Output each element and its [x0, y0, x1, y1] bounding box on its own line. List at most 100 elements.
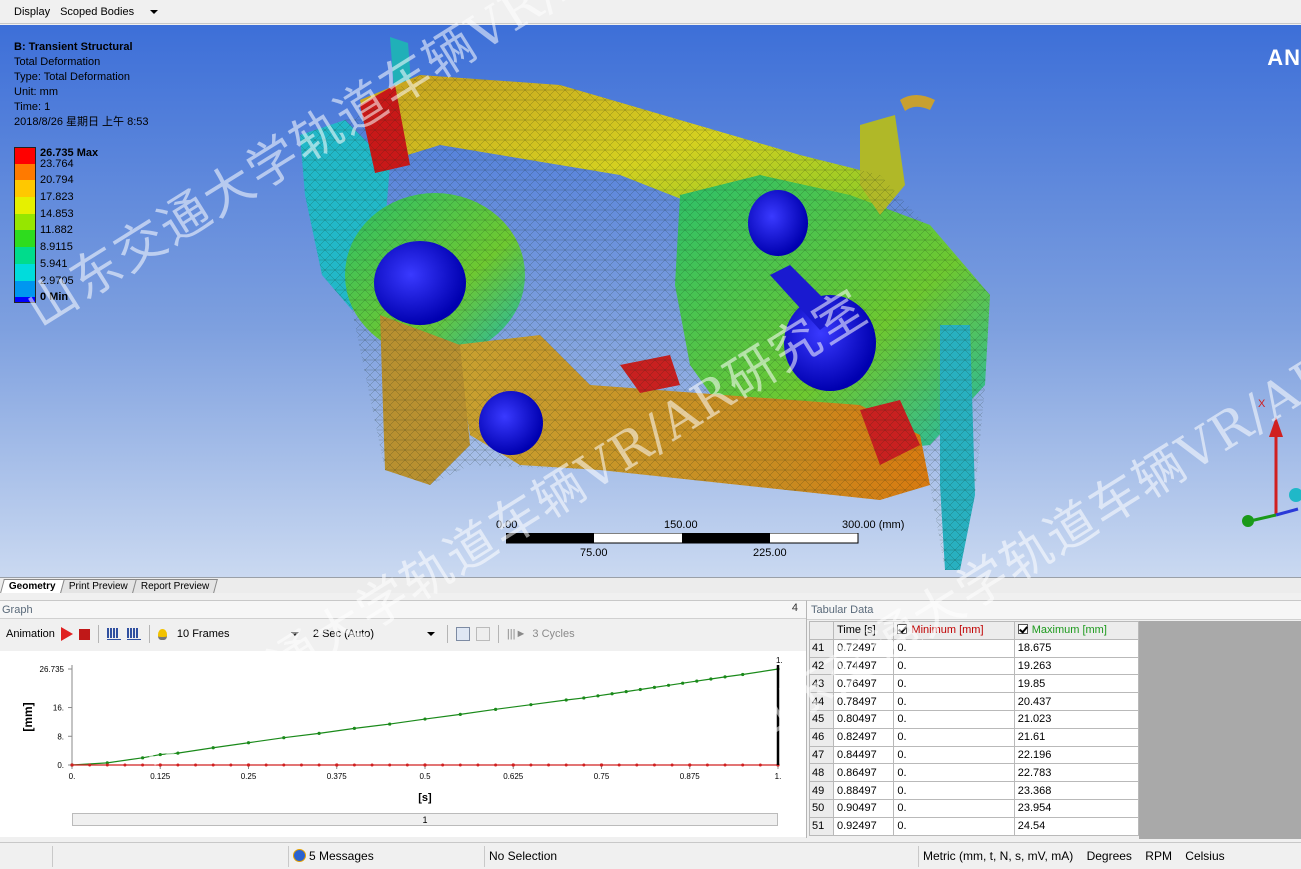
max-cell: 21.023	[1013, 709, 1140, 729]
legend-entry: 17.823	[14, 191, 74, 214]
messages-indicator[interactable]: 5 Messages	[288, 846, 484, 867]
series-point	[635, 763, 639, 767]
series-point	[194, 763, 198, 767]
checkbox-checked-icon[interactable]	[1017, 624, 1028, 635]
x-tick-label: 0.5	[419, 772, 431, 781]
tab-geometry[interactable]: Geometry	[0, 579, 65, 593]
status-cell	[52, 846, 288, 867]
series-point	[423, 717, 427, 721]
export-video-icon[interactable]	[455, 627, 470, 641]
temperature-units-label: Celsius	[1185, 849, 1225, 863]
time-column-header[interactable]: Time [s]	[832, 621, 895, 640]
row-number-cell: 49	[809, 781, 834, 800]
series-point	[211, 746, 215, 750]
maximum-column-header[interactable]: Maximum [mm]	[1013, 621, 1140, 640]
axis-triad[interactable]: X	[1236, 395, 1301, 538]
time-cell: 0.80497	[832, 709, 895, 729]
tab-label: Report Preview	[140, 581, 209, 592]
table-row[interactable]: 48 0.86497 0. 22.783	[809, 763, 1140, 783]
legend-swatch	[14, 297, 36, 304]
checkbox-checked-icon[interactable]	[897, 624, 908, 635]
distributed-frames-icon[interactable]	[106, 628, 121, 640]
table-row[interactable]: 44 0.78497 0. 20.437	[809, 692, 1140, 711]
row-number-cell: 46	[809, 727, 834, 747]
legend-swatch	[14, 247, 36, 264]
max-cell: 20.437	[1013, 692, 1140, 711]
tabular-title: Tabular Data	[807, 601, 1301, 620]
series-point	[246, 741, 251, 745]
max-cell: 24.54	[1013, 816, 1140, 836]
series-point	[666, 683, 671, 687]
result-sets-icon[interactable]	[126, 628, 141, 640]
table-row[interactable]: 41 0.72497 0. 18.675	[809, 638, 1140, 658]
units-status[interactable]: Metric (mm, t, N, s, mV, mA) Degrees RPM…	[918, 846, 1301, 867]
min-cell: 0.	[893, 798, 1015, 818]
view-tab-strip: Geometry Print Preview Report Preview	[0, 577, 1301, 593]
tabular-grid[interactable]: Time [s] Minimum [mm] Maximum [mm] 41 0.7…	[809, 621, 1140, 836]
min-cell: 0.	[893, 745, 1015, 765]
series-point	[741, 672, 745, 677]
legend-entry: 26.735 Max	[14, 147, 98, 164]
pin-icon[interactable]: 4	[792, 602, 798, 614]
legend-label: 11.882	[40, 224, 73, 237]
legend-label: 14.853	[40, 207, 74, 220]
stop-icon[interactable]	[78, 628, 90, 640]
min-cell: 0.	[893, 674, 1015, 694]
time-cell: 0.82497	[832, 727, 895, 747]
zoom-icon[interactable]	[475, 627, 490, 641]
legend-entry: 0 Min	[14, 291, 68, 314]
toolbar-divider	[446, 625, 448, 643]
series-point	[158, 752, 162, 757]
minimum-column-header[interactable]: Minimum [mm]	[893, 621, 1015, 640]
table-row[interactable]: 49 0.88497 0. 23.368	[809, 781, 1140, 800]
tab-print-preview[interactable]: Print Preview	[59, 579, 137, 593]
display-label: Display	[14, 5, 51, 18]
frames-dropdown[interactable]: 10 Frames	[173, 627, 303, 641]
series-point	[423, 763, 427, 767]
series-point	[299, 763, 303, 767]
chevron-down-icon	[150, 9, 159, 14]
series-point	[511, 763, 515, 767]
series-point	[70, 763, 74, 767]
table-row[interactable]: 47 0.84497 0. 22.196	[809, 745, 1140, 765]
scale-label: 0.00	[496, 519, 518, 531]
min-cell: 0.	[893, 781, 1015, 800]
series-point	[476, 763, 480, 767]
time-slider[interactable]: 1	[72, 813, 778, 826]
table-row[interactable]: 50 0.90497 0. 23.954	[809, 798, 1140, 818]
duration-dropdown[interactable]: 2 Sec (Auto)	[309, 627, 439, 641]
series-point	[123, 763, 127, 767]
graph-plot-area[interactable]: 0. 8. 16. 26.735 0. 0.125 0.25 0.375 0.5 0.625 0.7…	[0, 651, 806, 837]
table-row[interactable]: 51 0.92497 0. 24.54	[809, 816, 1140, 836]
table-row[interactable]: 45 0.80497 0. 21.023	[809, 709, 1140, 729]
time-cell: 0.74497	[832, 656, 895, 676]
table-row[interactable]: 42 0.74497 0. 19.263	[809, 656, 1140, 676]
play-icon[interactable]	[60, 627, 73, 641]
scale-label: 75.00	[580, 547, 608, 559]
table-row[interactable]: 46 0.82497 0. 21.61	[809, 727, 1140, 747]
lightbulb-icon[interactable]	[157, 628, 167, 640]
scale-label: 300.00 (mm)	[842, 519, 905, 531]
color-legend[interactable]: 26.735 Max 23.764 20.794 17.823 14.853 11.882…	[14, 147, 98, 314]
cycles-icon[interactable]: |||►	[507, 628, 526, 640]
series-point	[335, 763, 339, 767]
max-cell: 19.85	[1013, 674, 1140, 694]
series-point	[670, 763, 674, 767]
max-cell: 23.368	[1013, 781, 1140, 800]
table-header-row: Time [s] Minimum [mm] Maximum [mm]	[809, 621, 1140, 640]
result-title: B: Transient Structural	[14, 41, 133, 53]
legend-swatch	[14, 280, 36, 298]
legend-label: 23.764	[40, 157, 74, 170]
triad-x-label: X	[1258, 398, 1266, 410]
graphics-viewport[interactable]: B: Transient Structural Total Deformatio…	[0, 25, 1301, 577]
tab-report-preview[interactable]: Report Preview	[131, 579, 218, 593]
legend-label: 2.9705	[40, 274, 74, 287]
legend-swatch	[14, 230, 36, 248]
series-line	[71, 668, 779, 766]
frames-value: 10 Frames	[176, 628, 230, 640]
min-cell: 0.	[893, 727, 1015, 747]
table-row[interactable]: 43 0.76497 0. 19.85	[809, 674, 1140, 694]
display-dropdown[interactable]: Scoped Bodies	[56, 4, 162, 20]
triad-icon: X	[1242, 398, 1301, 527]
x-tick-label: 0.25	[241, 772, 257, 781]
